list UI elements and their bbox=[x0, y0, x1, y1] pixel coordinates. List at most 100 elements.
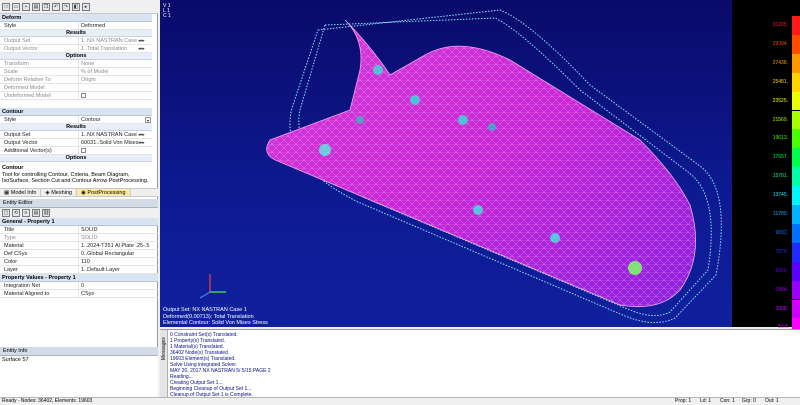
legend-swatch bbox=[792, 34, 800, 54]
tab-meshing[interactable]: ◈ Meshing bbox=[41, 189, 77, 196]
material-row[interactable]: Material 1..2024-T351 Al Plate .25-.5 bbox=[0, 242, 158, 250]
deform-style-row[interactable]: Style Deformed bbox=[0, 22, 152, 30]
model-info-panel: □ ▭ ▪ ▤ ❐ ↶ ↷ ◧ ▸ Deform Style Deformed R… bbox=[0, 0, 158, 397]
picker-icon[interactable]: ◂▪▸ bbox=[138, 140, 150, 146]
coordinate-triad bbox=[199, 274, 226, 299]
link-icon[interactable]: ⛓ bbox=[42, 209, 50, 217]
sort-icon[interactable]: ≡ bbox=[22, 209, 30, 217]
tab-postprocessing[interactable]: ◉ PostProcessing bbox=[76, 189, 131, 196]
legend-swatch bbox=[792, 53, 800, 73]
copy-icon[interactable]: ❐ bbox=[42, 2, 50, 11]
status-grp[interactable]: Grp: 0 bbox=[742, 398, 756, 405]
contour-output-set-row[interactable]: Output Set 1..NX NASTRAN Case ◂▪▸ bbox=[0, 131, 152, 139]
picker-icon[interactable]: ◂▪▸ bbox=[138, 132, 150, 138]
legend-swatch bbox=[792, 16, 800, 35]
contour-style-row[interactable]: Style Contour ▾ bbox=[0, 116, 152, 124]
legend-value: 21569. bbox=[772, 116, 788, 123]
legend-value: 9832. bbox=[775, 229, 788, 236]
entity-editor: Entity Editor ▢ ⟲ ≡ ▤ ⛓ General - Proper… bbox=[0, 199, 158, 298]
contour-section: Contour Style Contour ▾ Results Output Set… bbox=[0, 108, 152, 162]
legend-value: 29394. bbox=[772, 40, 788, 47]
print-icon[interactable]: ▤ bbox=[32, 2, 40, 11]
messages-tab[interactable]: Messages bbox=[160, 330, 168, 398]
chevron-down-icon[interactable]: ▾ bbox=[145, 117, 151, 123]
deformed-model-row[interactable]: Deformed Model bbox=[0, 84, 152, 92]
entity-info: Entity Info Surface 57 bbox=[0, 347, 158, 397]
status-ld[interactable]: Ld: 1 bbox=[700, 398, 711, 405]
contour-output-vector-row[interactable]: Output Vector 60031..Solid Von Mises ◂▪▸ bbox=[0, 139, 152, 147]
refresh-icon[interactable]: ⟲ bbox=[12, 209, 20, 217]
legend-value: 13745. bbox=[772, 192, 788, 199]
undeformed-checkbox[interactable] bbox=[81, 93, 86, 98]
messages-list: 0 Constraint Set(s) Translated. 1 Propert… bbox=[170, 332, 790, 398]
status-text: Ready - Nodes: 36402, Elements: 19603 bbox=[2, 398, 93, 404]
status-con[interactable]: Con: 1 bbox=[720, 398, 735, 405]
legend-value: 15701. bbox=[772, 173, 788, 180]
deform-header[interactable]: Deform bbox=[0, 14, 152, 22]
deform-options-header: Options bbox=[0, 53, 152, 60]
undeformed-model-row[interactable]: Undeformed Model bbox=[0, 92, 152, 100]
help-text: Tool for controlling Contour, Criteria, … bbox=[2, 171, 149, 185]
status-prop[interactable]: Prop: 1 bbox=[675, 398, 691, 405]
entity-info-title: Entity Info bbox=[0, 347, 158, 356]
graphics-viewport[interactable]: V 1 L 1 C 1 Output Set: NX NASTRAN Case … bbox=[160, 0, 732, 327]
fea-model[interactable] bbox=[160, 0, 732, 327]
legend-swatch bbox=[792, 280, 800, 300]
entity-editor-toolbar: ▢ ⟲ ≡ ▤ ⛓ bbox=[0, 208, 158, 218]
panel-tabs: ▦ Model Info ◈ Meshing ◉ PostProcessing bbox=[0, 188, 158, 197]
legend-value: 3964. bbox=[775, 286, 788, 293]
legend-value: 31205. bbox=[772, 22, 788, 28]
legend-value: 11789. bbox=[773, 211, 788, 217]
viewport-title: Output Set: NX NASTRAN Case 1 Deformed(0… bbox=[163, 307, 268, 326]
help-box: Contour Tool for controlling Contour, Cr… bbox=[0, 163, 156, 187]
legend-value: 25481. bbox=[772, 78, 788, 85]
deform-results-header: Results bbox=[0, 30, 152, 37]
contour-options-header: Options bbox=[0, 155, 152, 162]
undo-icon[interactable]: ↶ bbox=[52, 2, 60, 11]
deform-transform-row[interactable]: Transform None bbox=[0, 60, 152, 68]
aligned-row[interactable]: Material Aligned to CSys bbox=[0, 290, 158, 298]
legend-swatch bbox=[792, 129, 800, 149]
tab-model-info[interactable]: ▦ Model Info bbox=[0, 189, 42, 196]
legend-value: 23525. bbox=[772, 97, 788, 104]
legend-swatch bbox=[792, 242, 800, 262]
title-row[interactable]: Title SOLID bbox=[0, 226, 158, 234]
deform-section: Deform Style Deformed Results Output Set 1… bbox=[0, 14, 152, 100]
deform-output-vector-row[interactable]: Output Vector 1..Total Translation ◂▪▸ bbox=[0, 45, 152, 53]
legend-value: 2008. bbox=[775, 305, 788, 312]
arrow-icon[interactable]: ▸ bbox=[82, 2, 90, 11]
additional-vectors-checkbox[interactable] bbox=[81, 148, 86, 153]
picker-icon[interactable]: ◂▪▸ bbox=[138, 46, 150, 52]
status-out[interactable]: Out: 1 bbox=[765, 398, 779, 405]
legend-value: 17657. bbox=[772, 154, 788, 161]
contour-header[interactable]: Contour bbox=[0, 108, 152, 116]
open-icon[interactable]: ▭ bbox=[12, 2, 20, 11]
save-icon[interactable]: ▪ bbox=[22, 2, 30, 11]
property-values-header[interactable]: Property Values - Property 1 bbox=[0, 274, 158, 282]
defcsys-row[interactable]: Def CSys 0..Global Rectangular bbox=[0, 250, 158, 258]
deform-output-set-row[interactable]: Output Set 1..NX NASTRAN Case ◂▪▸ bbox=[0, 37, 152, 45]
legend-swatch bbox=[792, 205, 800, 224]
new-icon[interactable]: □ bbox=[2, 2, 10, 11]
color-row[interactable]: Color 110 bbox=[0, 258, 158, 266]
legend-swatch bbox=[792, 223, 800, 243]
deform-relative-row[interactable]: Deform Relative To Origin bbox=[0, 76, 152, 84]
legend-swatch bbox=[792, 148, 800, 168]
legend-swatch bbox=[792, 72, 800, 92]
layer-row[interactable]: Layer 1..Default Layer bbox=[0, 266, 158, 274]
redo-icon[interactable]: ↷ bbox=[62, 2, 70, 11]
select-icon[interactable]: ▢ bbox=[2, 209, 10, 217]
additional-vectors-row[interactable]: Additional Vector(s) bbox=[0, 147, 152, 155]
legend-swatch bbox=[792, 110, 800, 130]
filter-icon[interactable]: ▤ bbox=[32, 209, 40, 217]
entity-info-text: Surface 57 bbox=[2, 357, 29, 363]
contour-legend: 31205. 29394. 27438. 25481. 23525. 21569. 1961… bbox=[732, 0, 800, 338]
picker-icon[interactable]: ◂▪▸ bbox=[138, 38, 150, 44]
general-property-header[interactable]: General - Property 1 bbox=[0, 218, 158, 226]
view-icon[interactable]: ◧ bbox=[72, 2, 80, 11]
legend-swatch bbox=[792, 167, 800, 187]
legend-value: 19613. bbox=[772, 135, 788, 142]
legend-swatch bbox=[792, 261, 800, 281]
deform-scale-row[interactable]: Scale% of Model bbox=[0, 68, 152, 76]
integration-row[interactable]: Integration Net 0 bbox=[0, 282, 158, 290]
